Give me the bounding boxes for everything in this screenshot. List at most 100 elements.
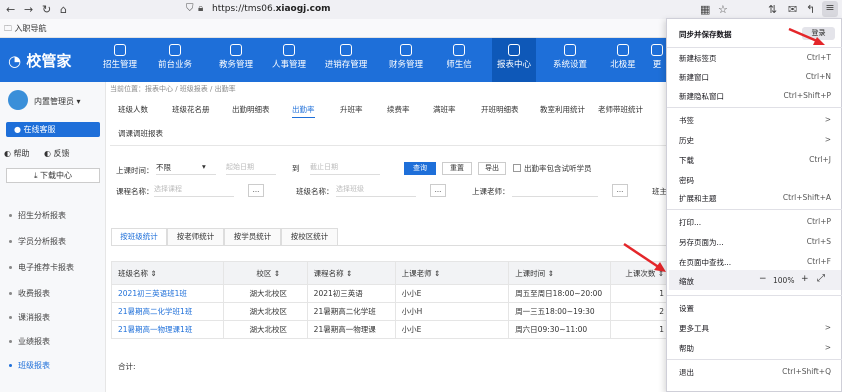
teacher-cell: 小小E — [394, 284, 510, 303]
end-date-input[interactable]: 截止日期 — [310, 162, 380, 175]
menu-item-addons[interactable]: 扩展和主题 — [679, 193, 717, 204]
column-header[interactable]: 上课老师 ⇕ — [394, 261, 510, 285]
zoom-level[interactable]: 100% — [773, 276, 794, 285]
download-center-button[interactable]: ⤓ 下载中心 — [6, 168, 100, 183]
include-trial-checkbox[interactable] — [513, 164, 521, 172]
menu-item-bookmarks[interactable]: 书签 — [679, 115, 694, 126]
tab-item[interactable]: 满班率 — [433, 104, 456, 115]
back-icon[interactable]: ← — [6, 3, 15, 16]
feedback-link[interactable]: ◐ 反馈 — [44, 148, 70, 159]
class-name-cell[interactable]: 2021初三英语班1班 — [111, 284, 224, 303]
nav-item[interactable]: 招生管理 — [98, 38, 142, 82]
menu-item-quit[interactable]: 退出 — [679, 367, 694, 378]
start-date-input[interactable]: 起始日期 — [226, 162, 276, 175]
teacher-picker-button[interactable]: ... — [612, 184, 628, 197]
shortcut: Ctrl+J — [809, 155, 831, 164]
course-label: 课程名称： — [116, 187, 154, 196]
nav-item[interactable]: 前台业务 — [153, 38, 197, 82]
menu-item-settings[interactable]: 设置 — [679, 303, 694, 314]
browser-app-menu: 同步并保存数据 登录 新建标签页 Ctrl+T 新建窗口 Ctrl+N 新建隐私… — [666, 18, 842, 392]
user-name[interactable]: 内置管理员 ▾ — [34, 96, 81, 107]
nav-item[interactable]: 进销存管理 — [324, 38, 368, 82]
tab-item[interactable]: 教室利用统计 — [540, 104, 585, 115]
menu-item-new-window[interactable]: 新建窗口 — [679, 72, 709, 83]
sidebar-item[interactable]: 课消报表 — [18, 312, 50, 323]
menu-icon[interactable]: ≡ — [822, 1, 838, 17]
menu-item-find[interactable]: 在页面中查找... — [679, 257, 731, 268]
nav-item[interactable]: 财务管理 — [384, 38, 428, 82]
nav-item-active[interactable]: 报表中心 — [492, 38, 536, 82]
help-link[interactable]: ◐ 帮助 — [4, 148, 30, 159]
menu-item-new-tab[interactable]: 新建标签页 — [679, 53, 717, 64]
fullscreen-icon[interactable]: ⤢ — [817, 273, 825, 284]
nav-item[interactable]: 人事管理 — [267, 38, 311, 82]
export-button[interactable]: 导出 — [478, 162, 506, 175]
bookmark-folder[interactable]: 🗀︎ 入职导航 — [4, 23, 47, 37]
tab-item[interactable]: 班级人数 — [118, 104, 148, 115]
column-header[interactable]: 上课时间 ⇕ — [508, 261, 612, 285]
nav-item[interactable]: 系统设置 — [548, 38, 592, 82]
nav-item[interactable]: 师生信 — [437, 38, 481, 82]
breadcrumb: 当前位置：报表中心 / 班级报表 / 出勤率 — [110, 85, 236, 93]
tab-item[interactable]: 开班明细表 — [481, 104, 519, 115]
tab-item[interactable]: 班级花名册 — [172, 104, 210, 115]
class-name-cell[interactable]: 21暑期高一物理课1班 — [111, 320, 224, 339]
subtab[interactable]: 按学员统计 — [224, 228, 281, 246]
share-icon[interactable]: ↰ — [806, 3, 815, 16]
tab-item[interactable]: 升班率 — [340, 104, 363, 115]
tab-item[interactable]: 出勤明细表 — [232, 104, 270, 115]
course-picker-button[interactable]: ... — [248, 184, 264, 197]
teacher-cell: 小小E — [394, 320, 510, 339]
class-picker-button[interactable]: ... — [430, 184, 446, 197]
time-cell: 周五至周日18:00~20:00 — [508, 284, 612, 303]
grid-icon[interactable]: ▦ — [700, 3, 710, 16]
tab-item[interactable]: 调课调班报表 — [118, 128, 163, 139]
tab-item[interactable]: 老师带班统计 — [598, 104, 643, 115]
column-header[interactable]: 校区 ⇕ — [222, 261, 308, 285]
sidebar-item[interactable]: 收费报表 — [18, 288, 50, 299]
menu-item-private-window[interactable]: 新建隐私窗口 — [679, 91, 724, 102]
url-bar[interactable]: ⛉ 🔒︎ https://tms06.xiaogj.com — [186, 3, 416, 17]
reset-button[interactable]: 重置 — [442, 162, 472, 175]
sync-label[interactable]: 同步并保存数据 — [679, 29, 732, 40]
zoom-out-button[interactable]: − — [759, 274, 767, 284]
home-icon[interactable]: ⌂ — [60, 3, 67, 16]
query-button[interactable]: 查询 — [404, 162, 436, 175]
menu-item-more-tools[interactable]: 更多工具 — [679, 323, 709, 334]
column-header[interactable]: 课程名称 ⇕ — [306, 261, 396, 285]
column-header[interactable]: 班级名称 ⇕ — [111, 261, 224, 285]
forward-icon[interactable]: → — [24, 3, 33, 16]
online-service-button[interactable]: ● 在线客服 — [6, 122, 100, 137]
teacher-input[interactable] — [512, 184, 598, 197]
menu-item-help[interactable]: 帮助 — [679, 343, 694, 354]
class-name-cell[interactable]: 21暑期高二化学班1班 — [111, 302, 224, 321]
sidebar-item-active[interactable]: 班级报表 — [18, 360, 50, 371]
time-select[interactable]: 不限 ▾ — [156, 162, 216, 175]
menu-item-passwords[interactable]: 密码 — [679, 175, 694, 186]
zoom-in-button[interactable]: + — [801, 274, 809, 284]
chat-icon[interactable]: ✉ — [788, 3, 797, 16]
subtab[interactable]: 按校区统计 — [281, 228, 338, 246]
sidebar-item[interactable]: 招生分析报表 — [18, 210, 66, 221]
subtab-active[interactable]: 按班级统计 — [111, 228, 167, 246]
tab-item[interactable]: 续费率 — [387, 104, 410, 115]
subtab[interactable]: 按老师统计 — [167, 228, 224, 246]
menu-item-print[interactable]: 打印... — [679, 217, 701, 228]
sidebar-item[interactable]: 学员分析报表 — [18, 236, 66, 247]
extension-icon[interactable]: ⇅ — [768, 3, 777, 16]
nav-item[interactable]: 北极星 — [601, 38, 645, 82]
tab-item-active[interactable]: 出勤率 — [292, 104, 315, 118]
shortcut: Ctrl+S — [806, 237, 831, 246]
menu-item-downloads[interactable]: 下载 — [679, 155, 694, 166]
sidebar-item[interactable]: 业绩报表 — [18, 336, 50, 347]
divider — [667, 47, 842, 48]
class-input[interactable]: 选择班级 — [336, 184, 416, 197]
nav-item[interactable]: 教务管理 — [214, 38, 258, 82]
nav-item[interactable]: 更 — [648, 38, 666, 82]
star-icon[interactable]: ☆ — [718, 3, 728, 16]
course-input[interactable]: 选择课程 — [154, 184, 234, 197]
reload-icon[interactable]: ↻ — [42, 3, 51, 16]
sidebar-item[interactable]: 电子推荐卡报表 — [18, 262, 74, 273]
menu-item-history[interactable]: 历史 — [679, 135, 694, 146]
menu-item-save-page[interactable]: 另存页面为... — [679, 237, 724, 248]
